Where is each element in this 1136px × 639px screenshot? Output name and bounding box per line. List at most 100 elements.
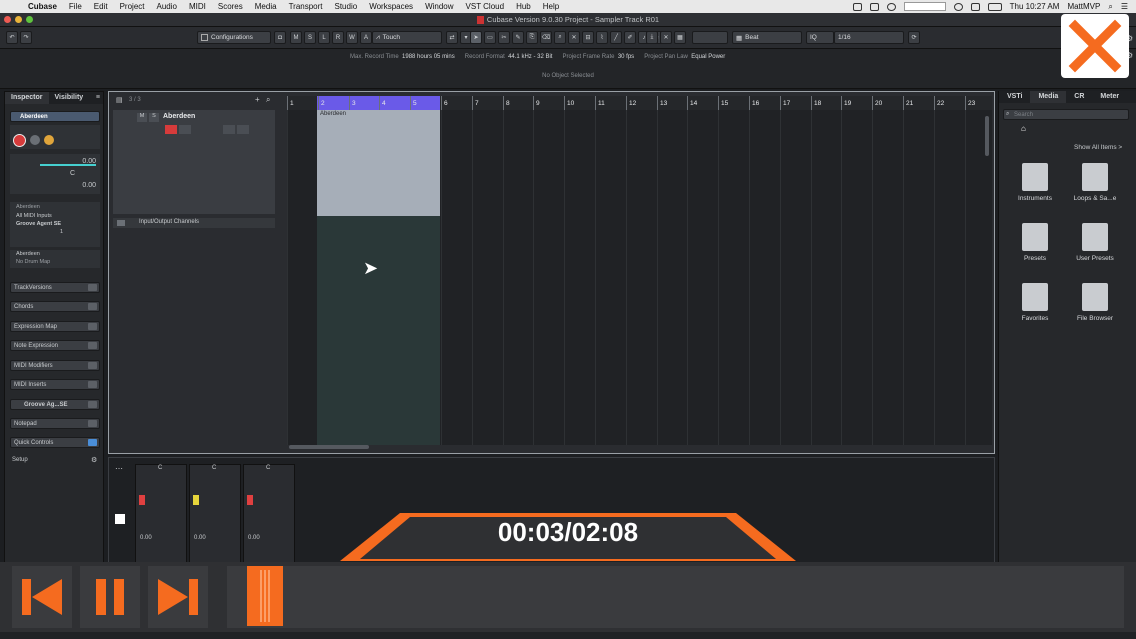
menu-help[interactable]: Help <box>537 2 565 11</box>
track-search-icon[interactable]: ⌕ <box>266 95 270 105</box>
tab-cr[interactable]: CR <box>1066 91 1092 103</box>
mixer-menu-icon[interactable]: ⋯ <box>115 464 123 473</box>
draw-tool-icon[interactable]: ✎ <box>512 31 524 44</box>
track-write-button[interactable] <box>237 125 249 134</box>
section-midi-inserts[interactable]: MIDI Inserts <box>10 379 100 390</box>
edit-instrument-button[interactable] <box>44 135 54 145</box>
fader-handle[interactable] <box>139 495 145 505</box>
io-channels-track[interactable]: Input/Output Channels <box>113 218 275 228</box>
media-instruments[interactable]: Instruments <box>1007 163 1063 202</box>
media-favorites[interactable]: Favorites <box>1007 283 1063 322</box>
listen-button[interactable]: L <box>318 31 330 44</box>
chrome-icon[interactable] <box>886 2 896 11</box>
ruler-bar-12[interactable]: 12 <box>626 96 636 110</box>
pause-button[interactable] <box>80 566 140 628</box>
ruler-bar-23[interactable]: 23 <box>965 96 975 110</box>
ruler-bar-2[interactable]: 2 <box>318 96 325 110</box>
close-window-button[interactable] <box>4 16 11 23</box>
ruler-bar-1[interactable]: 1 <box>287 96 294 110</box>
previous-button[interactable] <box>12 566 72 628</box>
spotlight-icon[interactable]: ⌕ <box>1108 2 1112 12</box>
monitor-button[interactable] <box>30 135 40 145</box>
track-record-button[interactable] <box>165 125 177 134</box>
drum-map[interactable]: No Drum Map <box>10 258 100 266</box>
notification-icon[interactable]: ☰ <box>1121 2 1128 11</box>
media-presets[interactable]: Presets <box>1007 223 1063 262</box>
media-user-presets[interactable]: User Presets <box>1067 223 1123 262</box>
ruler-bar-7[interactable]: 7 <box>472 96 479 110</box>
volume-icon[interactable] <box>970 2 980 11</box>
ruler[interactable]: 1 2 3 4 5 6 7 8 9 10 11 12 13 14 15 16 17 18 19 20 21 22 23 <box>287 96 992 110</box>
automation-mode-dropdown[interactable]: ⩘ Touch <box>372 31 442 44</box>
setup-label[interactable]: Setup <box>12 457 28 463</box>
zoom-tool-icon[interactable]: ⌕ <box>554 31 566 44</box>
ruler-bar-10[interactable]: 10 <box>564 96 574 110</box>
ruler-bar-11[interactable]: 11 <box>595 96 605 110</box>
erase-tool-icon[interactable]: ⌫ <box>540 31 552 44</box>
time-warp-tool-icon[interactable]: ⌇ <box>596 31 608 44</box>
configurations-dropdown[interactable]: Configurations <box>197 31 271 44</box>
set-active-icon[interactable]: ⟳ <box>908 31 920 44</box>
midi-part[interactable]: Aberdeen <box>317 110 440 216</box>
zoom-window-button[interactable] <box>26 16 33 23</box>
tab-inspector[interactable]: Inspector <box>5 92 49 104</box>
menu-studio[interactable]: Studio <box>329 2 364 11</box>
grid-icon[interactable]: ▦ <box>674 31 686 44</box>
object-select-tool-icon[interactable]: ➤ <box>470 31 482 44</box>
track-mute-button[interactable]: M <box>137 113 147 122</box>
iq-mode-button[interactable]: IQ <box>806 31 834 44</box>
ruler-bar-9[interactable]: 9 <box>533 96 540 110</box>
midi-channel[interactable]: 1 <box>10 228 110 236</box>
ruler-bar-16[interactable]: 16 <box>749 96 759 110</box>
input-label[interactable]: Aberdeen <box>10 202 100 212</box>
track-list-settings-icon[interactable]: ▤ <box>116 96 123 104</box>
track-row[interactable]: M S Aberdeen <box>113 110 275 214</box>
menubar-search-field[interactable] <box>903 2 946 11</box>
section-midi-modifiers[interactable]: MIDI Modifiers <box>10 360 100 371</box>
menu-hub[interactable]: Hub <box>510 2 537 11</box>
range-select-tool-icon[interactable]: ▭ <box>484 31 496 44</box>
event-display[interactable]: Aberdeen ➤ <box>287 110 992 445</box>
ruler-bar-5[interactable]: 5 <box>410 96 417 110</box>
section-expression-map[interactable]: Expression Map <box>10 321 100 332</box>
record-enable-button[interactable] <box>13 134 26 147</box>
menu-vst-cloud[interactable]: VST Cloud <box>460 2 511 11</box>
inspector-track-name[interactable]: Aberdeen <box>10 111 100 122</box>
section-trackversions[interactable]: TrackVersions <box>10 282 100 293</box>
write-button[interactable]: W <box>346 31 358 44</box>
menu-transport[interactable]: Transport <box>283 2 329 11</box>
ruler-bar-8[interactable]: 8 <box>503 96 510 110</box>
progress-thumb[interactable] <box>247 566 283 626</box>
track-name[interactable]: Aberdeen <box>163 113 195 120</box>
volume-slider[interactable] <box>40 164 96 166</box>
midi-output[interactable]: Groove Agent SE <box>10 220 100 228</box>
ruler-bar-3[interactable]: 3 <box>349 96 356 110</box>
menu-file[interactable]: File <box>63 2 88 11</box>
menu-window[interactable]: Window <box>419 2 459 11</box>
ruler-bar-4[interactable]: 4 <box>379 96 386 110</box>
delay-readout[interactable]: 0.00 <box>82 182 96 189</box>
section-note-expression[interactable]: Note Expression <box>10 340 100 351</box>
section-notepad[interactable]: Notepad <box>10 418 100 429</box>
track-solo-button[interactable]: S <box>149 113 159 122</box>
program-name[interactable]: Aberdeen <box>10 250 100 258</box>
ruler-bar-21[interactable]: 21 <box>903 96 913 110</box>
close-overlay-button[interactable] <box>1061 14 1129 78</box>
track-read-button[interactable] <box>223 125 235 134</box>
media-file-browser[interactable]: File Browser <box>1067 283 1123 322</box>
solo-all-button[interactable]: S <box>304 31 316 44</box>
tab-meter[interactable]: Meter <box>1092 91 1127 103</box>
ruler-bar-13[interactable]: 13 <box>657 96 667 110</box>
status-icon[interactable] <box>852 2 862 11</box>
midi-input[interactable]: All MIDI Inputs <box>10 212 100 220</box>
grid-type-dropdown[interactable]: ▦ Beat <box>732 31 802 44</box>
ruler-bar-20[interactable]: 20 <box>872 96 882 110</box>
menu-scores[interactable]: Scores <box>212 2 249 11</box>
pan-law[interactable]: Equal Power <box>691 54 725 60</box>
volume-value[interactable]: 0.00 <box>140 535 152 541</box>
quantize-preset-dropdown[interactable]: 1/16 <box>834 31 904 44</box>
menu-audio[interactable]: Audio <box>151 2 183 11</box>
fader-handle[interactable] <box>247 495 253 505</box>
mixer-tool-icon[interactable] <box>115 514 125 524</box>
ruler-bar-17[interactable]: 17 <box>780 96 790 110</box>
